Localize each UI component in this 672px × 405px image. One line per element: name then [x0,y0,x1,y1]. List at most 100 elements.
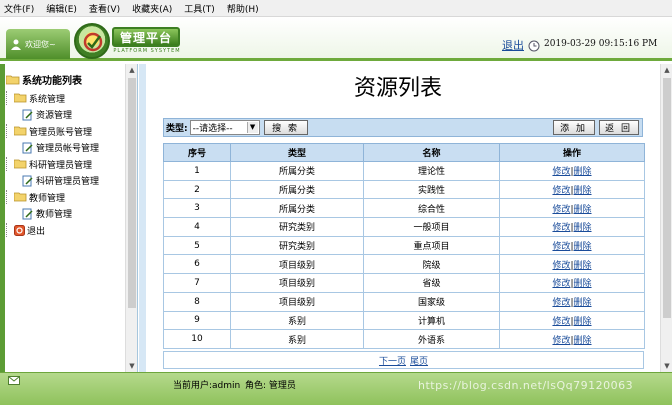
delete-link[interactable]: 删除 [574,167,592,177]
cell-index: 1 [163,161,231,181]
header: 欢迎您~ 管理平台 PLATFORM SYSYTEM 退出 2019-03-29… [0,17,672,61]
edit-link[interactable]: 修改 [552,223,570,233]
menu-edit[interactable]: 编辑(E) [46,2,77,15]
scroll-down-icon[interactable]: ▼ [661,360,672,372]
scroll-up-icon[interactable]: ▲ [661,64,672,76]
sidebar-item-label: 科研管理员管理 [29,160,93,171]
cell-type: 系别 [230,310,364,331]
add-button[interactable]: 添 加 [552,120,595,135]
cell-type: 研究类别 [230,217,364,237]
edit-link[interactable]: 修改 [552,242,570,252]
back-button[interactable]: 返 回 [598,120,639,135]
cell-name: 院级 [363,254,500,275]
menu-file[interactable]: 文件(F) [4,2,34,15]
delete-link[interactable]: 删除 [574,186,592,196]
delete-link[interactable]: 删除 [574,261,592,271]
search-button[interactable]: 搜 索 [263,120,308,135]
last-page-link[interactable]: 尾页 [410,354,428,367]
cell-type: 项目级别 [230,291,364,312]
sidebar-item-teacher-mgmt[interactable]: 教师管理 [6,206,124,223]
cell-actions: 修改|删除 [499,198,645,219]
menu-favorites[interactable]: 收藏夹(A) [132,2,172,15]
cell-index: 9 [163,310,231,331]
menu-help[interactable]: 帮助(H) [227,2,259,15]
delete-link[interactable]: 删除 [574,223,592,233]
table-header-row: 序号 类型 名称 操作 [163,143,645,162]
cell-actions: 修改|删除 [499,329,645,349]
delete-link[interactable]: 删除 [574,205,592,215]
delete-link[interactable]: 删除 [574,279,592,289]
sidebar-scrollbar[interactable]: ▲ ▼ [125,64,137,372]
content-scrollbar[interactable]: ▲ ▼ [660,64,672,372]
cell-actions: 修改|删除 [499,291,645,312]
folder-icon [14,192,27,202]
menu-view[interactable]: 查看(V) [89,2,120,15]
edit-link[interactable]: 修改 [552,279,570,289]
cell-actions: 修改|删除 [499,217,645,237]
sidebar-item-research-admin[interactable]: 科研管理员管理 [6,156,124,173]
header-index: 序号 [163,143,231,162]
exit-icon [14,224,25,236]
sidebar-item-admin-account-mgmt[interactable]: 管理员帐号管理 [6,140,124,157]
table-row: 7 项目级别 省级 修改|删除 [163,273,645,293]
cell-type: 所属分类 [230,198,364,219]
sidebar-item-label: 教师管理 [36,210,73,221]
welcome-tab: 欢迎您~ [6,29,70,59]
next-page-link[interactable]: 下一页 [379,354,406,367]
cell-actions: 修改|删除 [499,161,645,181]
sidebar-item-teacher[interactable]: 教师管理 [6,189,124,206]
sidebar-item-research-admin-mgmt[interactable]: 科研管理员管理 [6,173,124,190]
cell-type: 系别 [230,329,364,349]
edit-link[interactable]: 修改 [552,317,570,327]
clock-icon [528,40,540,52]
menu-tools[interactable]: 工具(T) [184,2,215,15]
type-label: 类型: [166,124,188,134]
pager: 下一页 尾页 [163,351,644,369]
type-select[interactable]: --请选择-- ▼ [189,120,260,135]
cell-name: 实践性 [363,179,500,200]
logout-link[interactable]: 退出 [502,37,524,53]
delete-link[interactable]: 删除 [574,242,592,252]
sidebar-item-admin-account[interactable]: 管理员账号管理 [6,123,124,140]
logo-title: 管理平台 [112,27,180,47]
welcome-text: 欢迎您~ [25,39,56,49]
tree-line-icon [6,157,12,172]
scroll-down-icon[interactable]: ▼ [126,360,138,372]
cell-name: 计算机 [363,310,500,331]
edit-link[interactable]: 修改 [552,205,570,215]
tree-root[interactable]: 系统功能列表 [6,68,124,90]
delete-link[interactable]: 删除 [574,336,592,346]
tree-line-icon [6,223,12,238]
cell-type: 所属分类 [230,179,364,200]
edit-link[interactable]: 修改 [552,298,570,308]
search-toolbar: 类型: --请选择-- ▼ 搜 索 添 加 返 回 [163,118,643,137]
edit-link[interactable]: 修改 [552,167,570,177]
scroll-thumb[interactable] [663,78,671,318]
edit-link[interactable]: 修改 [552,186,570,196]
edit-link[interactable]: 修改 [552,261,570,271]
tree-line-icon [6,91,12,106]
delete-link[interactable]: 删除 [574,298,592,308]
tree-root-label: 系统功能列表 [22,75,82,87]
scroll-thumb[interactable] [128,78,136,308]
cell-name: 重点项目 [363,235,500,256]
folder-icon [14,159,27,169]
delete-link[interactable]: 删除 [574,317,592,327]
cell-index: 4 [163,217,231,237]
current-role: 角色: 管理员 [245,381,296,391]
sidebar-item-resource[interactable]: 资源管理 [6,107,124,124]
sidebar-item-system[interactable]: 系统管理 [6,90,124,107]
edit-link[interactable]: 修改 [552,336,570,346]
cell-actions: 修改|删除 [499,310,645,331]
scroll-up-icon[interactable]: ▲ [126,64,138,76]
sidebar-item-exit[interactable]: 退出 [6,222,124,239]
table-row: 5 研究类别 重点项目 修改|删除 [163,235,645,256]
cell-name: 省级 [363,273,500,293]
user-icon [11,39,21,50]
mail-icon [8,376,20,385]
cell-name: 综合性 [363,198,500,219]
tree-line-icon [6,124,12,139]
chevron-down-icon[interactable]: ▼ [246,122,258,133]
header-actions: 操作 [499,143,645,162]
table-row: 9 系别 计算机 修改|删除 [163,310,645,331]
